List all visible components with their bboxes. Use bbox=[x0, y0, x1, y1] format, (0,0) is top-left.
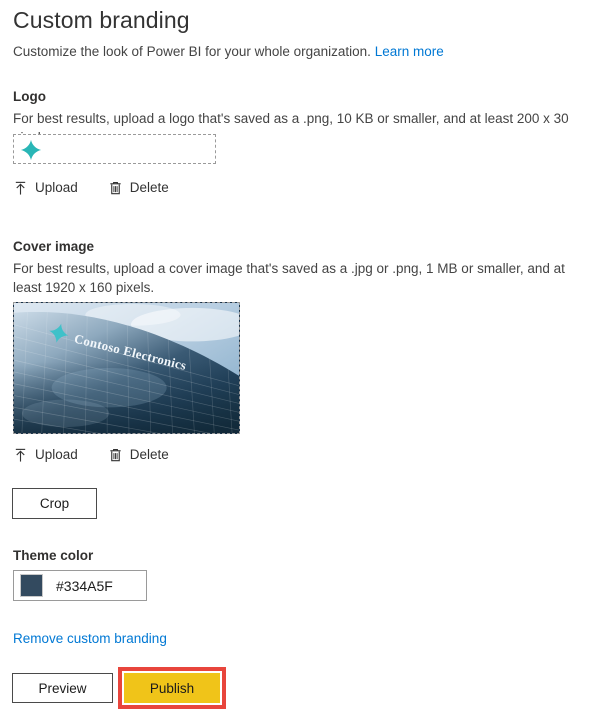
preview-button[interactable]: Preview bbox=[12, 673, 113, 703]
theme-color-value: #334A5F bbox=[56, 577, 113, 594]
learn-more-link[interactable]: Learn more bbox=[375, 44, 444, 59]
logo-preview-box[interactable] bbox=[13, 134, 216, 164]
theme-color-swatch[interactable] bbox=[20, 574, 43, 597]
theme-color-label: Theme color bbox=[13, 548, 94, 563]
trash-icon bbox=[108, 447, 123, 463]
theme-color-field[interactable]: #334A5F bbox=[13, 570, 147, 601]
publish-button[interactable]: Publish bbox=[124, 673, 220, 703]
cover-section-label: Cover image bbox=[13, 239, 95, 254]
contoso-star-logo-icon bbox=[20, 139, 42, 161]
logo-upload-label: Upload bbox=[35, 180, 78, 195]
cover-delete-button[interactable]: Delete bbox=[108, 446, 169, 464]
custom-branding-page: Custom branding Customize the look of Po… bbox=[0, 0, 599, 723]
logo-delete-button[interactable]: Delete bbox=[108, 179, 169, 197]
cover-upload-label: Upload bbox=[35, 447, 78, 462]
page-subtitle: Customize the look of Power BI for your … bbox=[13, 42, 444, 61]
logo-delete-label: Delete bbox=[129, 180, 169, 195]
cover-image-preview[interactable]: Contoso Electronics bbox=[13, 302, 240, 434]
crop-button[interactable]: Crop bbox=[12, 488, 97, 519]
logo-actions-row: Upload Delete bbox=[13, 178, 169, 198]
cover-section-description: For best results, upload a cover image t… bbox=[13, 261, 565, 295]
upload-icon bbox=[13, 447, 28, 463]
cover-delete-label: Delete bbox=[129, 447, 169, 462]
cover-upload-button[interactable]: Upload bbox=[13, 446, 78, 464]
page-title: Custom branding bbox=[13, 7, 190, 33]
trash-icon bbox=[108, 180, 123, 196]
page-subtitle-text: Customize the look of Power BI for your … bbox=[13, 44, 371, 59]
logo-upload-button[interactable]: Upload bbox=[13, 179, 78, 197]
upload-icon bbox=[13, 180, 28, 196]
remove-custom-branding-link[interactable]: Remove custom branding bbox=[13, 630, 167, 648]
logo-section-label: Logo bbox=[13, 89, 46, 104]
cover-actions-row: Upload Delete bbox=[13, 445, 169, 465]
